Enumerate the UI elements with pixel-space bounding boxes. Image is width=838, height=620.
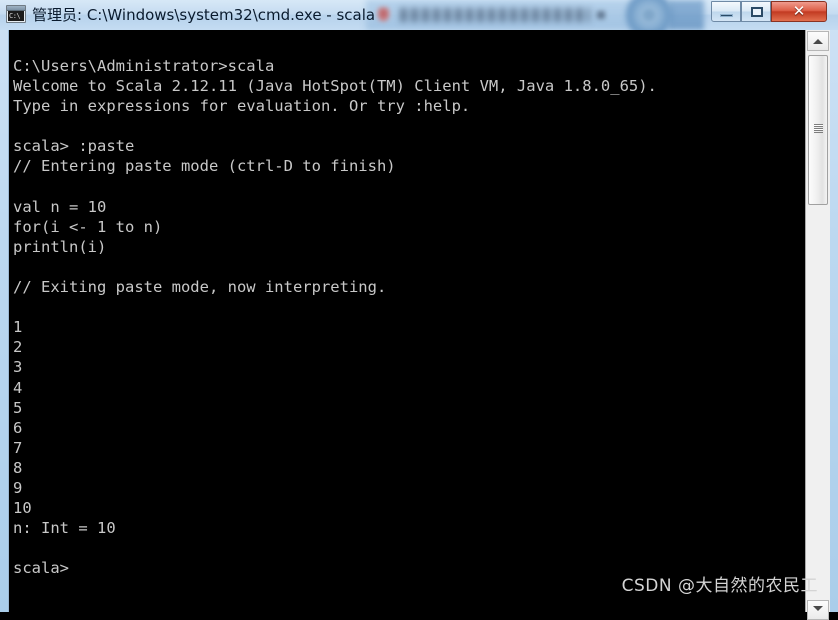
scrollbar-thumb[interactable] [808, 55, 828, 205]
background-tab-text [400, 8, 590, 22]
chevron-down-icon [813, 606, 823, 611]
console-icon-screen: C:\ [8, 11, 24, 21]
close-icon: ✕ [792, 2, 806, 20]
vertical-scrollbar[interactable] [805, 30, 830, 620]
title-bar[interactable]: C:\ 管理员: C:\Windows\system32\cmd.exe - s… [0, 0, 838, 30]
minimize-icon [720, 14, 733, 17]
background-tab-close-icon [597, 11, 605, 19]
scroll-up-arrow-button[interactable] [807, 31, 829, 51]
background-circular-button-dot [643, 9, 655, 21]
watermark: CSDN @大自然的农民工 [621, 576, 818, 596]
minimize-button[interactable] [711, 1, 741, 22]
scroll-down-arrow-button[interactable] [807, 600, 829, 620]
console-text: C:\Users\Administrator>scala Welcome to … [13, 57, 657, 578]
console-output-panel[interactable]: C:\Users\Administrator>scala Welcome to … [11, 30, 812, 612]
console-client-area: C:\Users\Administrator>scala Welcome to … [8, 30, 830, 612]
background-panel-right [668, 0, 704, 30]
window-title: 管理员: C:\Windows\system32\cmd.exe - scala [32, 6, 376, 24]
chevron-up-icon [813, 39, 823, 44]
background-red-icon [377, 7, 390, 22]
close-button[interactable]: ✕ [771, 1, 827, 22]
maximize-icon [751, 7, 763, 17]
cmd-window: C:\ 管理员: C:\Windows\system32\cmd.exe - s… [0, 0, 838, 620]
console-window-icon: C:\ [6, 5, 26, 23]
maximize-button[interactable] [741, 1, 771, 22]
grip-icon [814, 124, 823, 133]
